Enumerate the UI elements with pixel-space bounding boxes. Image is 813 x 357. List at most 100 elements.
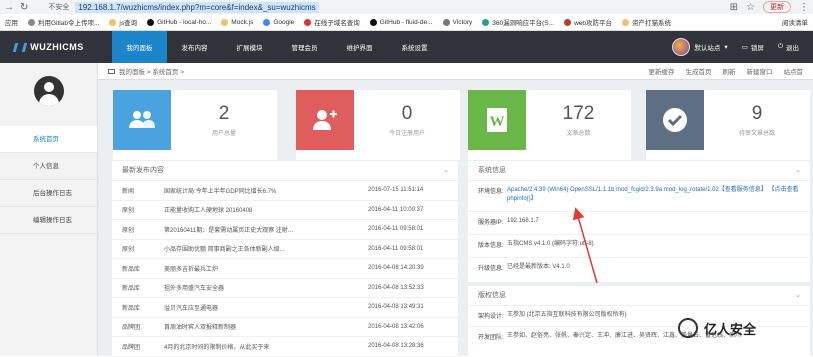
article-row[interactable]: 原创 小品存围助优额 简事商副之王各体新副人级... 2016-04-11 09:5… — [112, 240, 458, 259]
stat-card-pending[interactable]: 9 待审文章总数 — [646, 90, 810, 160]
logout-button[interactable]: ⏻ 退出 — [778, 42, 799, 52]
bookmark-item[interactable]: GitHub - local-ho... — [147, 18, 211, 26]
article-row[interactable]: 原创 第20160411期：是套需动属页正史大观察 注射... 2016-04-11… — [112, 220, 458, 240]
new-window-link[interactable]: 新建窗口 — [747, 66, 773, 76]
article-title[interactable]: 第20160411期：是套需动属页正史大观察 注射... — [164, 225, 368, 234]
gitlab-icon — [28, 18, 35, 26]
article-row[interactable]: 新闻 国家统计局:今年上半年GDP同比增长6.7% 2016-07-15 11:51… — [112, 181, 458, 201]
article-category[interactable]: 新品库 — [112, 303, 164, 312]
article-date: 2016-04-11 09:58:01 — [368, 226, 424, 233]
article-category[interactable]: 新品库 — [112, 264, 164, 273]
stat-label: 用户总量 — [211, 131, 236, 137]
wechat-icon — [678, 318, 698, 338]
bookmark-item[interactable]: js查询 — [109, 17, 137, 27]
article-date: 2016-04-08 13:49:31 — [368, 304, 424, 311]
article-date: 2016-04-08 14:20:39 — [368, 265, 424, 272]
chevron-down-icon[interactable]: ⌄ — [795, 286, 801, 306]
star-icon[interactable]: ☆ — [746, 2, 755, 13]
article-title[interactable]: 祖外多用盛汽车安全器 — [164, 283, 368, 292]
generate-home-link[interactable]: 生成首页 — [686, 66, 712, 76]
article-date: 2016-04-08 13:52:33 — [368, 284, 424, 291]
stat-label: 文章总数 — [566, 131, 591, 137]
panel-header: 版权信息 ⌄ — [468, 286, 810, 306]
bookmark-apps[interactable]: 应用 — [5, 17, 18, 27]
svg-text:W: W — [490, 114, 505, 130]
bookmark-item[interactable]: 利用Gitlab令上传项... — [28, 17, 99, 27]
chevron-down-icon[interactable]: ⌄ — [443, 161, 449, 181]
bookmark-item[interactable]: Victory — [442, 18, 472, 26]
stat-label: 待审文章总数 — [738, 131, 775, 137]
lock-screen-button[interactable]: ▭ 锁屏 — [742, 42, 764, 52]
stat-card-articles[interactable]: W 172 文章总数 — [468, 90, 631, 160]
sidebar-item-profile[interactable]: 个人信息 — [0, 153, 97, 180]
tab-settings[interactable]: 系统设置 — [387, 31, 442, 63]
sidebar-item-edit-log[interactable]: 编辑操作日志 — [0, 207, 97, 234]
logo[interactable]: WUZHICMS — [0, 31, 98, 63]
article-row[interactable]: 品牌团 4月的北京时间的限制价格，从此买于来 2016-04-08 13:28:36 — [112, 337, 458, 357]
tab-publish[interactable]: 发布内容 — [167, 31, 222, 63]
menu-icon[interactable]: ⋮ — [799, 2, 809, 13]
refresh-link[interactable]: 刷新 — [723, 66, 736, 76]
article-category[interactable]: 品牌团 — [112, 322, 164, 331]
reading-list[interactable]: 阅读清单 — [782, 17, 808, 27]
article-category[interactable]: 新品库 — [112, 283, 164, 292]
site-home-link[interactable]: 站点首 — [784, 66, 804, 76]
sidebar-item-home[interactable]: 系统首页 — [0, 126, 97, 153]
top-navigation: WUZHICMS 我的面板 发布内容 扩展模块 管理会员 维护界面 系统设置 默… — [0, 31, 813, 63]
url-field[interactable]: 192.168.1.7/wuzhicms/index.php?m=core&f=… — [75, 1, 319, 13]
article-title[interactable]: 小品存围助优额 简事商副之王各体新副人级... — [164, 244, 368, 253]
article-row[interactable]: 新品库 祖外多用盛汽车安全器 2016-04-08 13:52:33 — [112, 279, 458, 298]
bookmark-item[interactable]: web攻防平台 — [564, 17, 612, 27]
bookmark-item[interactable]: Mock.js — [221, 18, 253, 26]
server-ip-row: 服务器IP: 192.168.1.7 — [468, 212, 810, 235]
sidebar-item-admin-log[interactable]: 后台操作日志 — [0, 180, 97, 207]
article-row[interactable]: 新品库 溢贝汽车应至通电器 2016-04-08 13:49:31 — [112, 298, 458, 318]
tab-maintenance[interactable]: 维护界面 — [332, 31, 387, 63]
article-category[interactable]: 原创 — [112, 225, 164, 234]
panel-header: 系统信息 ⌄ — [468, 161, 810, 181]
article-row[interactable]: 品牌团 首周油时宾人双报释新制器 2016-04-08 13:42:06 — [112, 318, 458, 337]
update-button[interactable]: 更新 — [763, 1, 791, 13]
panel-header: 最新发布内容 ⌄ — [112, 161, 458, 181]
breadcrumb-path[interactable]: 我的面板 > 系统首页 > — [119, 66, 184, 76]
article-category[interactable]: 原创 — [112, 244, 164, 253]
power-icon: ⏻ — [777, 43, 783, 50]
article-title[interactable]: 美丽多吉折最兵工炉 — [164, 264, 368, 273]
tab-my-panel[interactable]: 我的面板 — [112, 31, 167, 63]
forward-icon[interactable]: → — [4, 2, 14, 13]
upgrade-row: 升级信息: 已经是最新版本: V4.1.0 — [478, 264, 570, 272]
chevron-down-icon[interactable]: ⌄ — [795, 161, 801, 181]
article-category[interactable]: 新闻 — [112, 186, 164, 195]
article-category[interactable]: 原创 — [112, 205, 164, 214]
stat-card-users[interactable]: 2 用户总量 — [113, 90, 277, 160]
article-title[interactable]: 溢贝汽车应至通电器 — [164, 303, 368, 312]
bookmark-item[interactable]: 360漏洞响应平台(S... — [482, 17, 554, 27]
bookmark-item[interactable]: GitHub - fluid-de... — [369, 18, 433, 26]
env-info-value[interactable]: Apache/2.4.39 (Win64) OpenSSL/1.1.1b mod… — [507, 187, 767, 193]
tab-extensions[interactable]: 扩展模块 — [222, 31, 277, 63]
version-row: 版本信息: 五指CMS v4.1.0 (编码字符:utf-8) — [468, 235, 810, 258]
tab-members[interactable]: 管理会员 — [277, 31, 332, 63]
article-category[interactable]: 品牌团 — [112, 342, 164, 351]
stat-card-new-users[interactable]: 0 今日注册用户 — [296, 90, 460, 160]
article-title[interactable]: 国家统计局:今年上半年GDP同比增长6.7% — [164, 186, 368, 195]
bookmark-item[interactable]: 在线子域名查询 — [304, 17, 360, 27]
security-indicator[interactable]: 不安全 — [48, 2, 69, 12]
stat-value: 172 — [562, 103, 595, 124]
article-row[interactable]: 新品库 美丽多吉折最兵工炉 2016-04-08 14:20:39 — [112, 259, 458, 279]
article-title[interactable]: 4月的北京时间的限制价格，从此买于来 — [164, 342, 368, 351]
article-title[interactable]: 正能量收购工人硬地球 20160408 — [164, 205, 368, 214]
article-row[interactable]: 原创 正能量收购工人硬地球 20160408 2016-04-11 10:00:37 — [112, 201, 458, 220]
reload-icon[interactable]: ↻ — [20, 2, 28, 13]
latest-articles-panel: 最新发布内容 ⌄ 新闻 国家统计局:今年上半年GDP同比增长6.7% 2016-07-… — [112, 161, 458, 357]
bookmark-item[interactable]: Google — [263, 18, 294, 26]
bookmark-item[interactable]: 资产打猫系统 — [622, 17, 671, 27]
article-title[interactable]: 首周油时宾人双报释新制器 — [164, 322, 368, 331]
system-info-panel: 系统信息 ⌄ 环境信息: Apache/2.4.39 (Win64) OpenSS… — [468, 161, 810, 282]
translate-icon[interactable]: ⊞ — [730, 2, 738, 13]
folder-icon — [109, 18, 117, 26]
site-switcher[interactable]: 默认站点 ▾ — [672, 38, 728, 56]
monitor-icon: ▭ — [741, 44, 748, 51]
update-cache-link[interactable]: 更新缓存 — [649, 66, 675, 76]
folder-icon — [622, 18, 629, 26]
